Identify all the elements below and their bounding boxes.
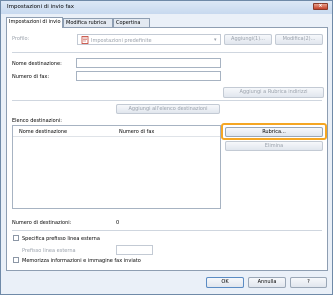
profile-label: Profilo: bbox=[12, 36, 30, 42]
destination-count-label: Numero di destinazioni: bbox=[12, 220, 72, 226]
delete-button[interactable]: Elimina bbox=[225, 141, 323, 151]
outside-line-prefix-input[interactable] bbox=[116, 245, 153, 255]
chevron-down-icon: ▾ bbox=[214, 37, 217, 43]
profile-select[interactable]: Impostazioni predefinite ▾ bbox=[77, 34, 221, 45]
tab-cover-page[interactable]: Copertina bbox=[113, 18, 150, 27]
window-title: Impostazioni di invio fax bbox=[7, 4, 75, 10]
profile-value: Impostazioni predefinite bbox=[91, 38, 152, 44]
ok-button[interactable]: OK bbox=[206, 277, 244, 288]
store-sent-fax-label: Memorizza informazioni e immagine fax in… bbox=[22, 258, 141, 264]
edit-profile-button[interactable]: Modifica(2)... bbox=[275, 34, 323, 45]
outside-line-prefix-checkbox[interactable] bbox=[13, 235, 19, 241]
destination-count-value: 0 bbox=[116, 220, 120, 226]
add-profile-button[interactable]: Aggiungi(1)... bbox=[224, 34, 272, 45]
close-button[interactable]: × bbox=[313, 3, 328, 10]
tab-send-settings[interactable]: Impostazioni di invio bbox=[6, 17, 63, 28]
fax-number-label: Numero di fax: bbox=[12, 74, 50, 80]
fax-number-input[interactable] bbox=[76, 71, 221, 81]
add-to-destination-list-button[interactable]: Aggiungi all'elenco destinazioni bbox=[116, 104, 220, 114]
divider bbox=[12, 100, 322, 101]
destination-name-label: Nome destinazione: bbox=[12, 61, 62, 67]
profile-icon bbox=[81, 36, 89, 44]
destination-list-header: Nome destinazione Numero di fax bbox=[13, 126, 220, 137]
destination-list-label: Elenco destinazioni: bbox=[12, 118, 62, 124]
cancel-button[interactable]: Annulla bbox=[248, 277, 286, 288]
outside-line-prefix-checkbox-label: Specifica prefisso linea esterna bbox=[22, 236, 100, 242]
column-fax-number[interactable]: Numero di fax bbox=[119, 129, 154, 135]
help-button[interactable]: ? bbox=[290, 277, 327, 288]
tab-edit-addressbook[interactable]: Modifica rubrica bbox=[63, 18, 113, 27]
column-destination-name[interactable]: Nome destinazione bbox=[19, 129, 67, 135]
divider bbox=[12, 52, 322, 53]
store-sent-fax-checkbox[interactable] bbox=[13, 257, 19, 263]
divider bbox=[12, 230, 322, 231]
destination-list[interactable]: Nome destinazione Numero di fax bbox=[12, 125, 221, 209]
addressbook-button[interactable]: Rubrica... bbox=[225, 127, 323, 137]
add-to-addressbook-button[interactable]: Aggiungi a Rubrica indirizzi bbox=[223, 87, 324, 98]
destination-name-input[interactable] bbox=[76, 58, 221, 68]
outside-line-prefix-label: Prefisso linea esterna bbox=[22, 248, 76, 254]
